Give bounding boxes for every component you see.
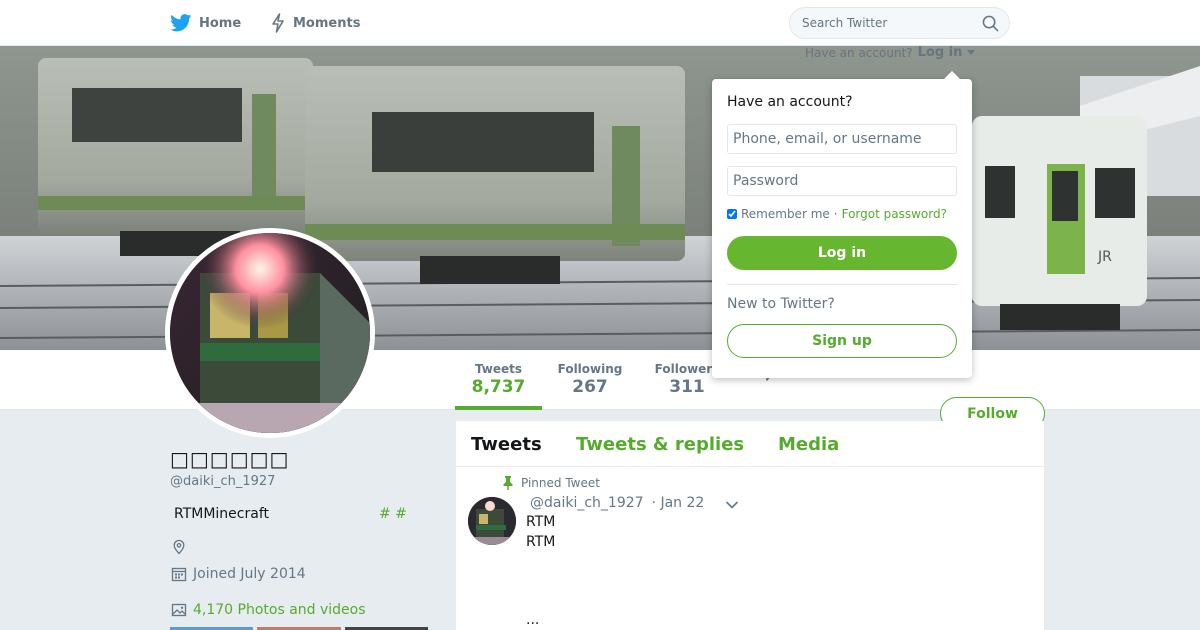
login-button[interactable]: Log in: [727, 236, 957, 270]
login-prompt: Have an account? Log in: [805, 45, 976, 60]
joined-text: Joined July 2014: [193, 566, 306, 582]
chevron-down-icon[interactable]: [724, 497, 740, 513]
login-toggle-link[interactable]: Log in: [918, 45, 963, 60]
bio-text: RTMMinecraft: [174, 506, 269, 522]
new-to-twitter-text: New to Twitter?: [727, 296, 835, 312]
caret-down-icon[interactable]: [967, 50, 976, 55]
tweet-date[interactable]: · Jan 22: [652, 495, 705, 511]
dropdown-divider: [727, 284, 957, 285]
twitter-bird-icon: [170, 14, 192, 32]
avatar[interactable]: [165, 228, 375, 438]
tweet-avatar-image: [468, 497, 516, 545]
photos-row: 4,170 Photos and videos: [171, 602, 366, 618]
login-dropdown: Have an account? Remember me · Forgot pa…: [712, 79, 972, 378]
tweet-text-line: RTM: [526, 514, 556, 530]
pinned-indicator: Pinned Tweet: [503, 476, 600, 490]
photos-videos-link[interactable]: 4,170 Photos and videos: [193, 602, 366, 618]
calendar-icon: [171, 567, 187, 582]
nav-moments-label: Moments: [293, 15, 361, 31]
remember-me-label: Remember me: [741, 207, 830, 221]
stat-tweets[interactable]: Tweets 8,737: [455, 362, 542, 397]
stat-following-value: 267: [572, 377, 608, 397]
tweet-handle[interactable]: @daiki_ch_1927: [530, 495, 644, 511]
tab-media[interactable]: Media: [778, 434, 839, 455]
pin-icon: [503, 476, 513, 490]
timeline: Tweets Tweets & replies Media Pinned Twe…: [456, 421, 1044, 630]
search-icon[interactable]: [982, 15, 999, 32]
nav-moments[interactable]: Moments: [270, 0, 360, 46]
username-field[interactable]: [727, 124, 957, 154]
nav-home-label: Home: [199, 15, 242, 31]
login-prompt-text: Have an account?: [805, 45, 913, 60]
stat-following-label: Following: [557, 362, 623, 376]
display-name: □□□□□□: [170, 447, 290, 471]
password-field[interactable]: [727, 166, 957, 196]
pinned-label: Pinned Tweet: [521, 476, 600, 490]
bio-hashtags[interactable]: # #: [379, 506, 407, 522]
avatar-train-image: [170, 233, 370, 433]
remember-me-checkbox[interactable]: [727, 209, 737, 219]
screen-name[interactable]: @daiki_ch_1927: [170, 474, 275, 489]
search-box: [789, 7, 1010, 39]
timeline-tabs: Tweets Tweets & replies Media: [456, 421, 1044, 467]
stat-tweets-label: Tweets: [474, 362, 523, 376]
svg-text:JR: JR: [1097, 249, 1112, 265]
remember-separator: ·: [833, 207, 838, 221]
lightning-icon: [272, 13, 284, 33]
tweet-text-more: ...: [526, 612, 540, 628]
tweet-avatar[interactable]: [468, 497, 516, 545]
tab-tweets-replies[interactable]: Tweets & replies: [576, 434, 744, 455]
search-input[interactable]: [802, 14, 972, 32]
login-dropdown-title: Have an account?: [727, 94, 853, 110]
photo-icon: [171, 603, 187, 617]
active-stat-underline: [455, 406, 542, 410]
tweet-header: @daiki_ch_1927 · Jan 22: [530, 495, 704, 511]
dropdown-arrow: [944, 71, 960, 79]
tweet-text-line: RTM: [526, 534, 556, 550]
forgot-password-link[interactable]: Forgot password?: [842, 207, 947, 221]
remember-row: Remember me · Forgot password?: [727, 207, 947, 221]
joined-row: Joined July 2014: [171, 566, 306, 582]
location-pin-icon: [173, 539, 185, 555]
top-nav: Home Moments: [0, 0, 1200, 46]
stat-followers-value: 311: [669, 377, 705, 397]
stat-tweets-value: 8,737: [471, 377, 526, 397]
location-row: [171, 539, 193, 555]
nav-home[interactable]: Home: [170, 0, 241, 46]
tab-tweets[interactable]: Tweets: [471, 434, 542, 455]
signup-button[interactable]: Sign up: [727, 324, 957, 358]
stat-following[interactable]: Following 267: [552, 362, 628, 397]
